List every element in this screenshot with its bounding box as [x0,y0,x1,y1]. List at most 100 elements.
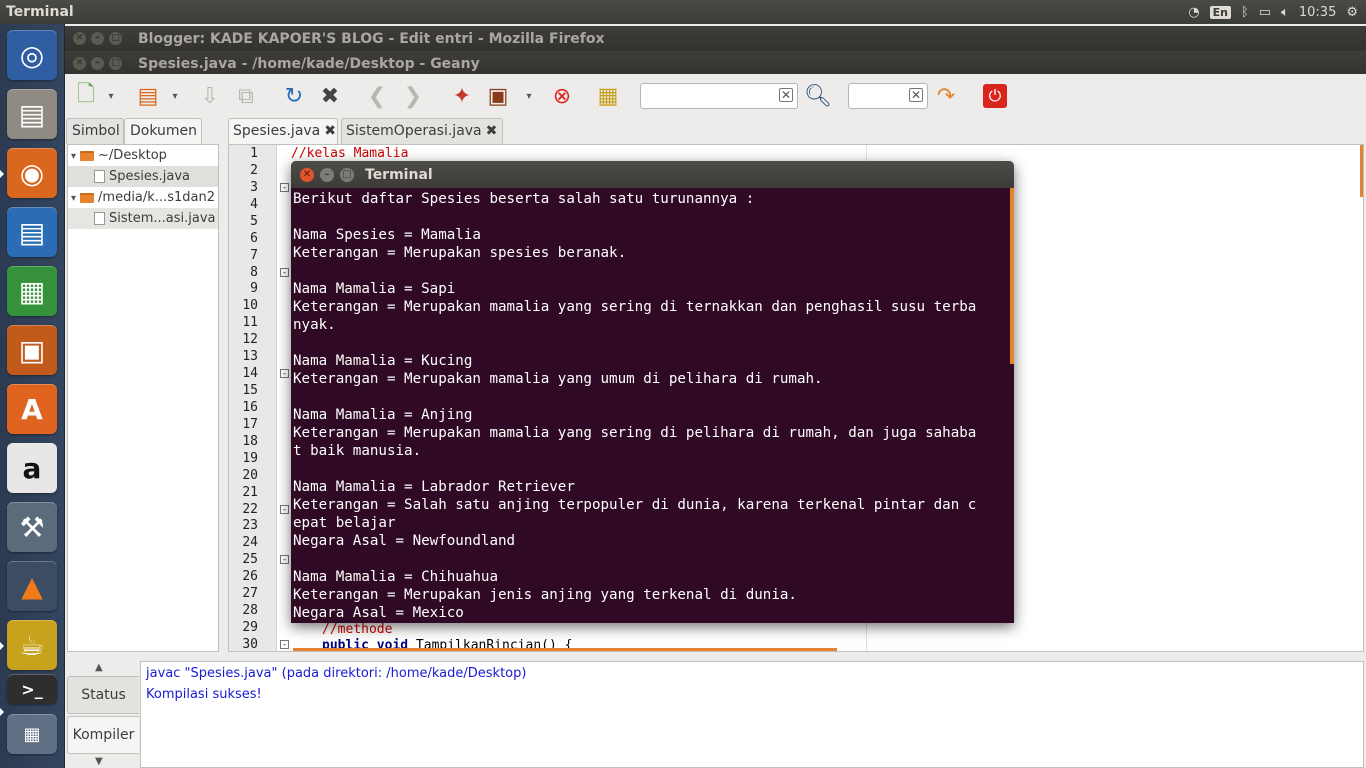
code-line-1: //kelas Mamalia [291,146,409,161]
minimize-icon[interactable]: – [91,32,104,45]
libreoffice-writer-icon[interactable]: ▤ [7,207,57,257]
quit-icon[interactable]: ⏻ [983,84,1007,108]
stop-icon[interactable]: ⊗ [549,82,575,110]
close-file-icon[interactable]: ✖ [317,82,343,110]
minimize-icon[interactable]: – [91,57,104,70]
tab-sistemoperasi-java[interactable]: SistemOperasi.java ✖ [341,118,503,144]
line-number: 19 [242,450,258,466]
terminal-icon[interactable]: >_ [7,674,57,704]
battery-icon[interactable]: ▭ [1259,5,1271,20]
tree-folder-desktop[interactable]: ▾ ~/Desktop [68,145,218,166]
bluetooth-icon[interactable]: ᛒ [1241,5,1249,20]
close-icon[interactable]: ✕ [73,57,86,70]
tree-file-spesies[interactable]: Spesies.java [68,166,218,187]
compile-icon[interactable]: ✦ [449,82,475,110]
save-icon[interactable]: ⇩ [197,82,223,110]
line-number: 24 [242,535,258,551]
horizontal-scrollbar[interactable] [293,648,837,651]
tab-dokumen[interactable]: Dokumen [124,118,202,144]
clock[interactable]: 10:35 [1299,5,1336,20]
close-tab-icon[interactable]: ✖ [486,123,498,139]
volume-icon[interactable]: 🔈︎ [1281,5,1289,20]
fold-marker[interactable]: - [280,369,289,379]
new-file-icon[interactable]: 🗋︎ [73,82,99,110]
terminal-line: Keterangan = Merupakan spesies beranak. [293,245,627,261]
fold-marker[interactable]: - [280,504,289,514]
geany-icon[interactable]: ☕ [7,620,57,670]
files-icon[interactable]: ▤ [7,89,57,139]
keyboard-layout-indicator[interactable]: En [1209,5,1231,19]
line-number: 18 [242,433,258,449]
line-number: 20 [242,467,258,483]
tree-file-sistemoperasi[interactable]: Sistem...asi.java [68,208,218,229]
close-icon[interactable]: ✕ [300,167,314,182]
search-input[interactable]: ✕ [640,83,798,109]
running-indicator [0,642,4,650]
tab-simbol[interactable]: Simbol [66,118,124,144]
clear-icon[interactable]: ✕ [778,88,793,102]
line-number: 21 [242,484,258,500]
build-icon[interactable]: ▣ [485,82,511,110]
line-number: 3 [250,179,258,195]
geany-window-titlebar[interactable]: ✕ – □ Spesies.java - /home/kade/Desktop - … [65,51,1366,76]
fold-marker[interactable]: - [280,182,289,192]
open-file-icon[interactable]: ▤ [135,82,161,110]
color-chooser-icon[interactable]: ▦ [595,82,621,110]
firefox-icon[interactable]: ◉ [7,148,57,198]
back-icon[interactable]: ❮ [365,82,389,110]
terminal-titlebar[interactable]: ✕ – □ Terminal [291,161,1014,188]
tree-folder-media[interactable]: ▾/media/k...s1dan2 [68,187,218,208]
fold-marker[interactable]: - [280,639,289,649]
compiler-output[interactable]: javac "Spesies.java" (pada direktori: /h… [140,661,1364,768]
minimize-icon[interactable]: – [320,167,334,182]
compiler-result-line: Kompilasi sukses! [146,687,262,702]
clear-icon[interactable]: ✕ [908,88,923,102]
save-all-icon[interactable]: ⧉ [233,82,259,110]
close-icon[interactable]: ✕ [73,32,86,45]
wifi-icon[interactable]: ◔ [1188,5,1199,20]
goto-line-input[interactable]: ✕ [848,83,928,109]
dash-home-icon[interactable]: ◎ [7,30,57,80]
maximize-icon[interactable]: □ [109,57,122,70]
scroll-down-icon[interactable]: ▼ [95,756,103,767]
tab-spesies-java[interactable]: Spesies.java ✖ [228,118,338,144]
amazon-icon[interactable]: a [7,443,57,493]
line-number: 9 [250,281,258,297]
fold-marker[interactable]: - [280,267,289,277]
fold-marker[interactable]: - [280,555,289,565]
chevron-down-icon[interactable]: ▾ [523,82,535,110]
firefox-window-titlebar[interactable]: ✕ – □ Blogger: KADE KAPOER'S BLOG - Edit e… [65,26,1366,51]
terminal-line: Negara Asal = Newfoundland [293,533,516,549]
vertical-scrollbar[interactable] [1360,145,1363,197]
line-number-gutter: 1 2 3 4 5 6 7 8 9 10 11 12 13 14 15 16 17 18 19 20 21 22 23 24 2… [229,145,277,651]
ubuntu-software-center-icon[interactable]: A [7,384,57,434]
search-icon[interactable]: 🔍︎ [804,82,832,110]
jump-to-line-icon[interactable]: ↷ [933,82,959,110]
terminal-scrollbar[interactable] [1010,188,1014,364]
chevron-down-icon[interactable]: ▾ [169,82,181,110]
maximize-icon[interactable]: □ [109,32,122,45]
tab-status[interactable]: Status [67,676,139,714]
line-number: 13 [242,349,258,365]
terminal-line: Nama Mamalia = Chihuahua [293,569,498,585]
folder-icon [80,150,95,161]
geany-toolbar: 🗋︎ ▾ ▤ ▾ ⇩ ⧉ ↻ ✖ ❮ ❯ ✦ ▣ ▾ ⊗ ▦ ✕ 🔍︎ ✕ ↷ … [65,74,1366,118]
terminal-window[interactable]: ✕ – □ Terminal Berikut daftar Spesies be… [291,161,1014,623]
revert-icon[interactable]: ↻ [281,82,307,110]
vlc-icon[interactable]: ▲ [7,561,57,611]
workspaces-icon[interactable]: ▦ [7,714,57,754]
maximize-icon[interactable]: □ [340,167,354,182]
forward-icon[interactable]: ❯ [401,82,425,110]
chevron-down-icon[interactable]: ▾ [105,82,117,110]
line-number: 25 [242,552,258,568]
libreoffice-calc-icon[interactable]: ▦ [7,266,57,316]
gear-icon[interactable]: ⚙ [1346,5,1358,20]
system-settings-icon[interactable]: ⚒ [7,502,57,552]
libreoffice-impress-icon[interactable]: ▣ [7,325,57,375]
scroll-up-icon[interactable]: ▲ [95,662,103,673]
terminal-output[interactable]: Berikut daftar Spesies beserta salah sat… [293,190,1009,622]
tab-kompiler[interactable]: Kompiler [67,716,139,754]
close-tab-icon[interactable]: ✖ [324,123,336,139]
line-number: 11 [242,315,258,331]
